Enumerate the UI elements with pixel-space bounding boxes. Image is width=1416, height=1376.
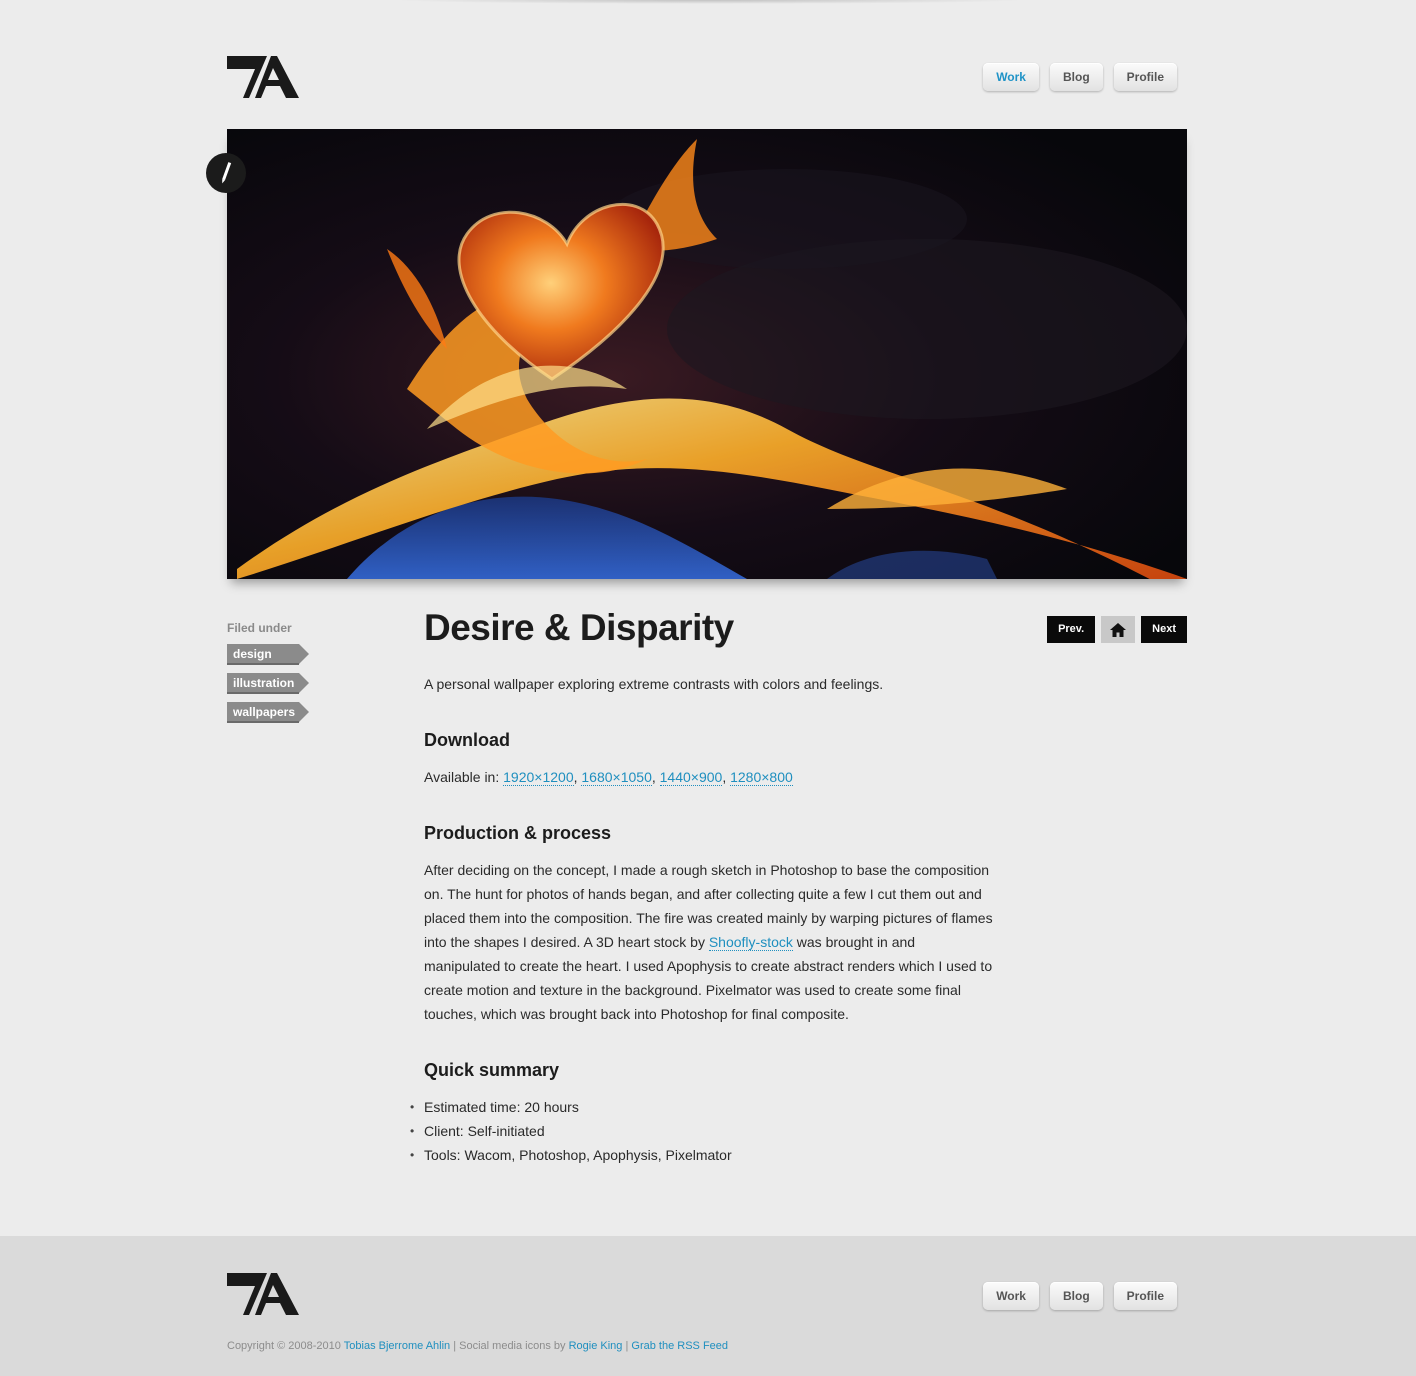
footer-nav: Work Blog Profile <box>983 1282 1177 1310</box>
hero-image <box>227 129 1187 579</box>
article: Desire & Disparity A personal wallpaper … <box>410 606 994 1167</box>
filed-under-label: Filed under <box>227 621 292 635</box>
main-nav: Work Blog Profile <box>983 63 1177 91</box>
nav-work-button[interactable]: Work <box>983 63 1039 91</box>
copyright-text: Copyright © 2008-2010 <box>227 1340 341 1352</box>
home-icon <box>1110 622 1127 637</box>
footer <box>0 1236 1416 1376</box>
icons-author-link[interactable]: Rogie King <box>569 1340 623 1352</box>
article-title: Desire & Disparity <box>424 607 734 648</box>
separator: | <box>625 1340 629 1352</box>
icons-credit-text: Social media icons by <box>459 1340 566 1352</box>
summary-heading: Quick summary <box>424 1060 560 1080</box>
logo-icon <box>227 1273 299 1315</box>
summary-item: Client: Self-initiated <box>410 1119 994 1143</box>
pencil-badge <box>206 153 246 193</box>
logo-icon <box>227 56 299 98</box>
footer-work-button[interactable]: Work <box>983 1282 1039 1310</box>
tag-design[interactable]: design <box>227 644 309 665</box>
available-label: Available in: <box>424 769 500 785</box>
summary-list: Estimated time: 20 hours Client: Self-in… <box>410 1095 994 1167</box>
summary-item: Estimated time: 20 hours <box>410 1095 994 1119</box>
next-button[interactable]: Next <box>1141 616 1187 643</box>
nav-blog-button[interactable]: Blog <box>1049 63 1103 91</box>
production-heading: Production & process <box>424 823 612 843</box>
download-1920x1200-link[interactable]: 1920×1200 <box>503 769 574 786</box>
download-1440x900-link[interactable]: 1440×900 <box>659 769 723 786</box>
tag-illustration[interactable]: illustration <box>227 673 309 694</box>
copyright-line: Copyright © 2008-2010 Tobias Bjerrome Ah… <box>227 1340 728 1352</box>
tag-wallpapers[interactable]: wallpapers <box>227 702 309 723</box>
author-link[interactable]: Tobias Bjerrome Ahlin <box>344 1340 450 1352</box>
post-pager: Prev. Next <box>1047 616 1187 643</box>
production-text: After deciding on the concept, I made a … <box>424 858 994 1026</box>
article-intro: A personal wallpaper exploring extreme c… <box>424 676 884 692</box>
footer-profile-button[interactable]: Profile <box>1113 1282 1177 1310</box>
prev-button[interactable]: Prev. <box>1047 616 1096 643</box>
site-logo[interactable] <box>227 56 299 98</box>
download-1280x800-link[interactable]: 1280×800 <box>730 769 793 786</box>
download-1680x1050-link[interactable]: 1680×1050 <box>581 769 652 786</box>
separator: | <box>453 1340 457 1352</box>
nav-profile-button[interactable]: Profile <box>1113 63 1177 91</box>
summary-item: Tools: Wacom, Photoshop, Apophysis, Pixe… <box>410 1143 994 1167</box>
footer-logo[interactable] <box>227 1273 299 1315</box>
shoofly-stock-link[interactable]: Shoofly-stock <box>708 934 793 951</box>
download-sizes: Available in: 1920×1200, 1680×1050, 1440… <box>424 769 793 786</box>
download-heading: Download <box>424 730 510 750</box>
top-shadow <box>390 0 1030 4</box>
home-button[interactable] <box>1101 616 1136 643</box>
tag-list: design illustration wallpapers <box>227 644 309 731</box>
rss-feed-link[interactable]: Grab the RSS Feed <box>631 1340 728 1352</box>
footer-blog-button[interactable]: Blog <box>1049 1282 1103 1310</box>
